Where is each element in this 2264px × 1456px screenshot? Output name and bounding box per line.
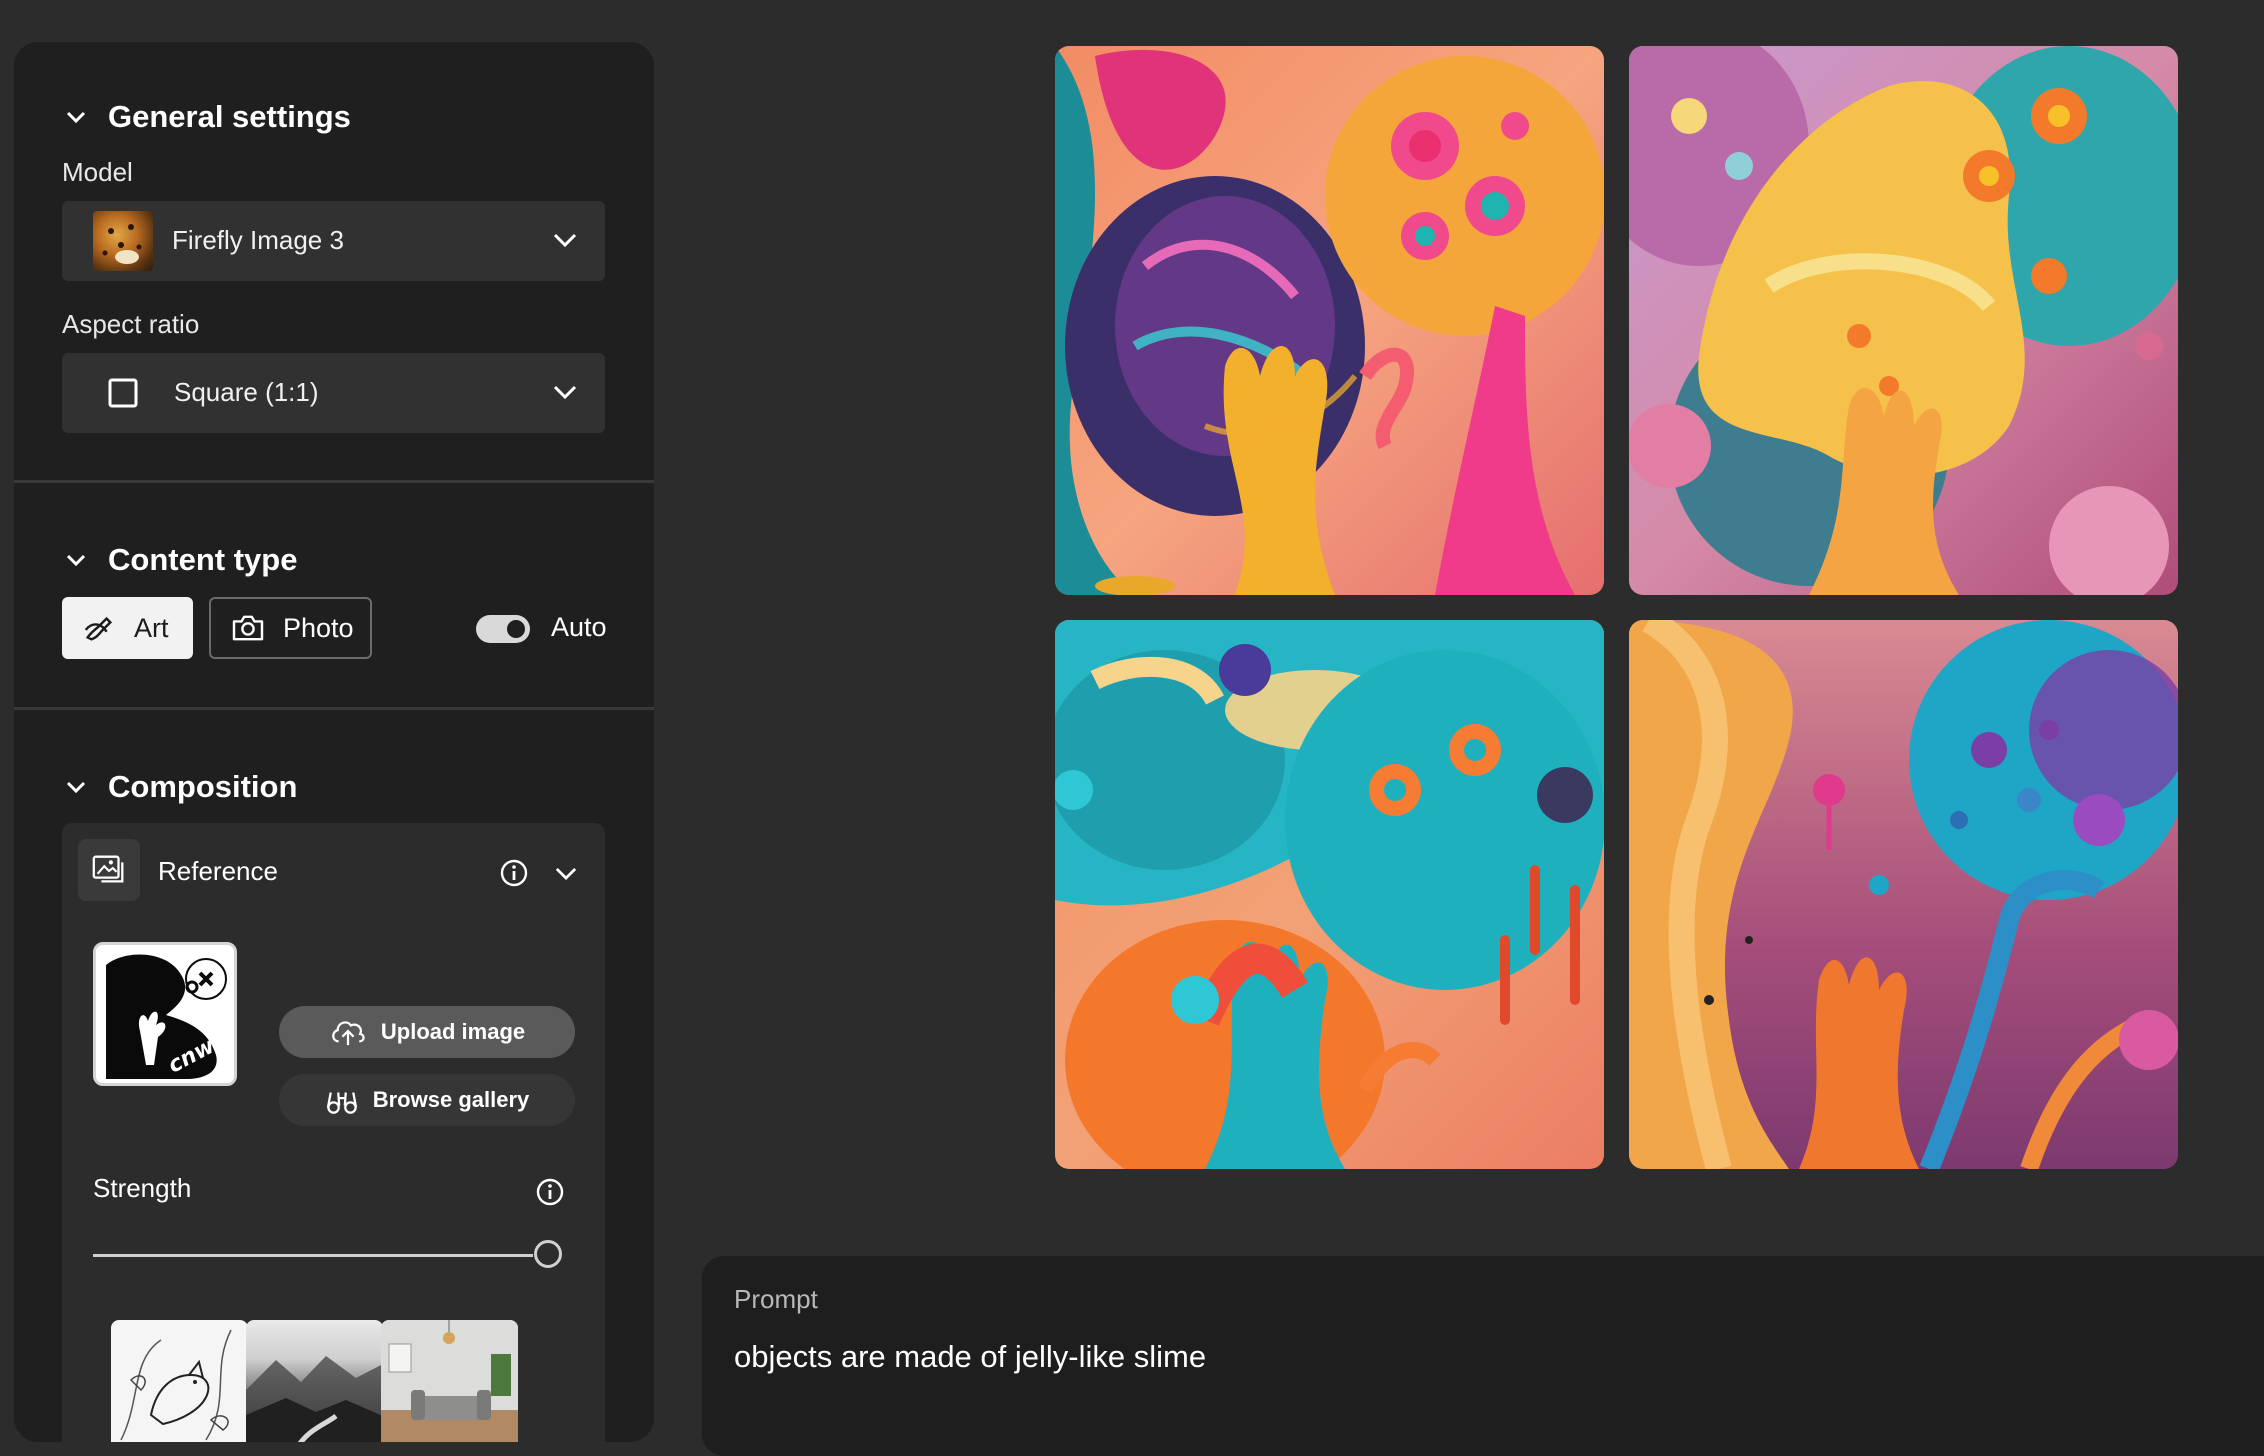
generated-image-2[interactable] [1629, 46, 2178, 595]
binoculars-icon [326, 1092, 357, 1114]
prompt-input[interactable]: objects are made of jelly-like slime [734, 1339, 1206, 1375]
upload-image-button[interactable]: Upload image [279, 1006, 575, 1058]
model-dropdown[interactable]: Firefly Image 3 [62, 201, 605, 281]
general-settings-header[interactable]: General settings [66, 99, 351, 135]
section-divider [14, 707, 654, 710]
auto-label: Auto [551, 612, 607, 642]
chevron-down-icon [66, 554, 86, 566]
prompt-label: Prompt [734, 1284, 818, 1314]
composition-header[interactable]: Composition [66, 769, 297, 805]
chevron-down-icon [553, 233, 577, 247]
generated-image-4[interactable] [1629, 620, 2178, 1169]
style-thumbnail-living-room[interactable] [381, 1320, 518, 1442]
content-type-title: Content type [108, 542, 298, 577]
art-button-label: Art [134, 612, 169, 643]
reference-thumbnail[interactable]: cnw [93, 942, 237, 1086]
model-thumbnail-icon [93, 211, 153, 271]
cloud-upload-icon [331, 1021, 365, 1046]
photo-button-label: Photo [283, 612, 354, 643]
photo-button[interactable]: Photo [209, 597, 372, 659]
info-icon[interactable] [499, 858, 529, 888]
browse-gallery-button[interactable]: Browse gallery [279, 1074, 575, 1126]
section-divider [14, 480, 654, 483]
camera-icon [232, 615, 264, 641]
art-button[interactable]: Art [62, 597, 193, 659]
reference-label: Reference [158, 856, 278, 886]
toggle-knob [507, 620, 525, 638]
aspect-ratio-value: Square (1:1) [174, 377, 319, 407]
strength-slider-track[interactable] [93, 1254, 533, 1257]
generated-image-3[interactable] [1055, 620, 1604, 1169]
auto-toggle[interactable] [476, 615, 530, 643]
info-icon[interactable] [535, 1177, 565, 1207]
content-type-header[interactable]: Content type [66, 542, 297, 578]
chevron-down-icon [553, 385, 577, 399]
chevron-down-icon [66, 111, 86, 123]
browse-gallery-label: Browse gallery [372, 1087, 530, 1112]
composition-title: Composition [108, 769, 298, 804]
style-thumbnail-mountains[interactable] [246, 1320, 383, 1442]
generated-image-1[interactable] [1055, 46, 1604, 595]
aspect-ratio-label: Aspect ratio [62, 309, 200, 339]
style-thumbnail-line-art[interactable] [111, 1320, 248, 1442]
strength-label: Strength [93, 1173, 192, 1203]
brush-icon [84, 616, 113, 641]
reference-image-icon [78, 839, 140, 901]
model-label: Model [62, 157, 133, 187]
square-icon [108, 378, 138, 408]
aspect-ratio-dropdown[interactable]: Square (1:1) [62, 353, 605, 433]
model-value: Firefly Image 3 [172, 225, 344, 255]
upload-image-label: Upload image [380, 1019, 526, 1044]
strength-slider-handle[interactable] [534, 1240, 562, 1268]
reference-card: Reference cnw Upload image Browse galler… [62, 823, 605, 1442]
settings-panel: General settings Model Firefly Image 3 A… [14, 42, 654, 1442]
prompt-box[interactable]: Prompt objects are made of jelly-like sl… [702, 1256, 2264, 1456]
chevron-down-icon[interactable] [555, 867, 577, 880]
chevron-down-icon [66, 781, 86, 793]
general-settings-title: General settings [108, 99, 351, 134]
